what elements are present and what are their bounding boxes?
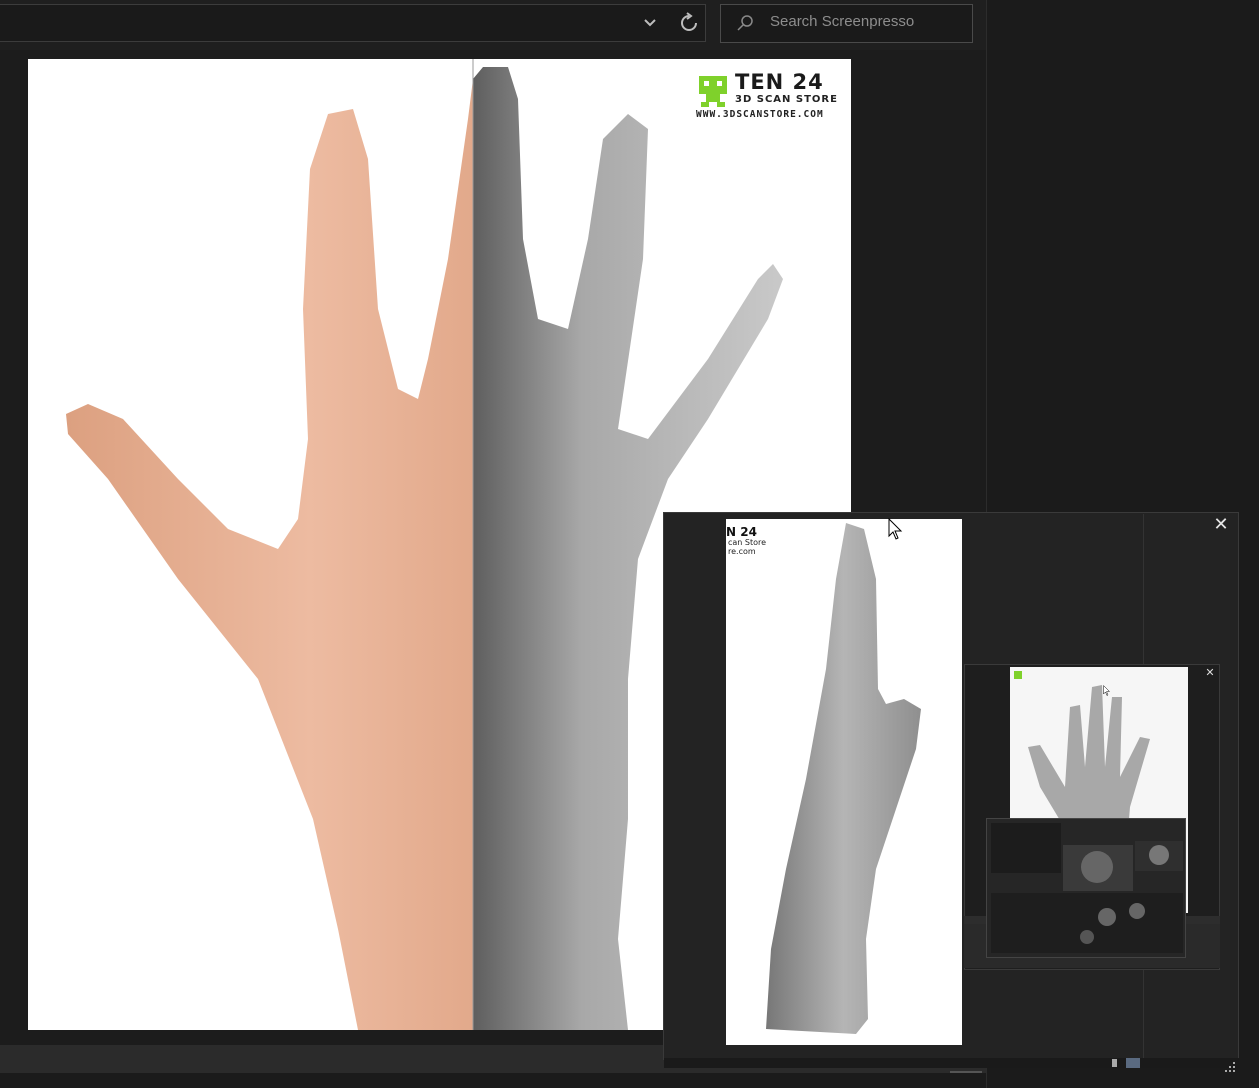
preview-logo-subtitle: can Store: [728, 538, 767, 547]
nested-cursor-icon: [1103, 682, 1111, 701]
brand-url: WWW.3DSCANSTORE.COM: [696, 109, 824, 120]
search-icon: [735, 13, 755, 33]
preview-thumbnail[interactable]: N 24 can Store re.com: [726, 519, 962, 1045]
robot-logo-icon: [696, 74, 730, 108]
close-icon[interactable]: ✕: [1210, 514, 1232, 536]
preview-logo-title: N 24: [726, 525, 757, 539]
path-field[interactable]: [0, 4, 706, 42]
brand-title: TEN 24: [735, 70, 824, 94]
screen-icon[interactable]: [1126, 1058, 1140, 1068]
search-placeholder: Search Screenpresso: [770, 13, 915, 30]
popup-status-indicator: [1112, 1059, 1117, 1067]
nested-screenshot: [986, 818, 1186, 958]
footer-divider: [950, 1071, 982, 1073]
mouse-cursor-icon: [888, 517, 904, 546]
nested-close-icon: ✕: [1205, 666, 1215, 679]
preview-logo-url: re.com: [728, 547, 756, 556]
refresh-icon[interactable]: [678, 12, 700, 34]
chevron-down-icon[interactable]: [640, 12, 660, 34]
brand-subtitle: 3D SCAN STORE: [735, 94, 838, 105]
resize-grip-icon[interactable]: [1224, 1058, 1236, 1072]
popup-footer: [664, 1058, 1239, 1068]
